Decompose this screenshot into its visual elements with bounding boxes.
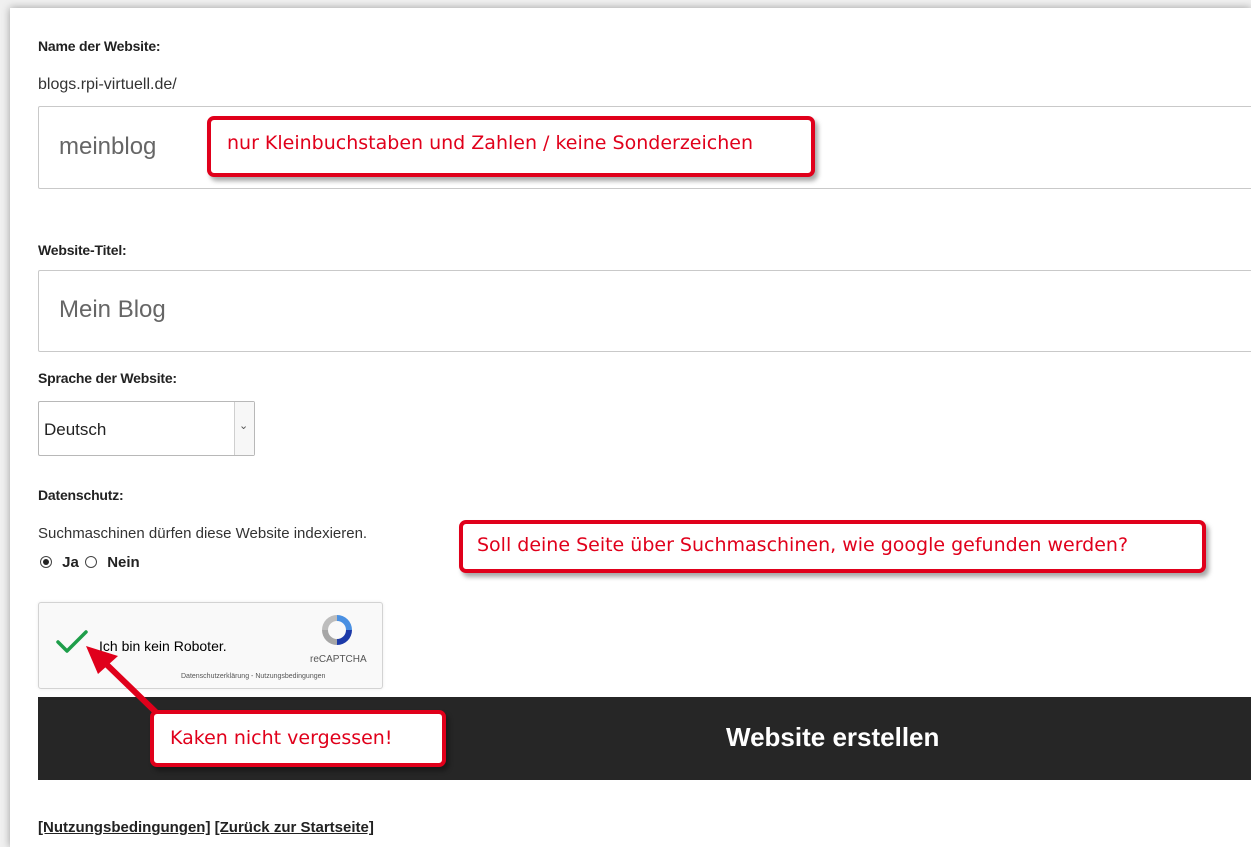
- privacy-label: Datenschutz:: [38, 487, 124, 503]
- chevron-down-icon: ⌄: [239, 420, 249, 432]
- privacy-text: Suchmaschinen dürfen diese Website index…: [38, 525, 368, 542]
- site-name-label: Name der Website:: [38, 38, 161, 54]
- home-link[interactable]: [Zurück zur Startseite]: [215, 819, 374, 836]
- recaptcha-logo-icon: [322, 615, 352, 645]
- language-select-value: Deutsch: [44, 420, 107, 439]
- footer-links: [Nutzungsbedingungen] [Zurück zur Starts…: [38, 819, 374, 836]
- language-label: Sprache der Website:: [38, 370, 177, 386]
- create-website-button-label: Website erstellen: [726, 722, 940, 752]
- privacy-annotation: Soll deine Seite über Suchmaschinen, wie…: [459, 520, 1206, 573]
- registration-form: Name der Website: blogs.rpi-virtuell.de/…: [10, 8, 1251, 847]
- captcha-annotation: Kaken nicht vergessen!: [150, 710, 446, 767]
- site-name-annotation: nur Kleinbuchstaben und Zahlen / keine S…: [207, 116, 815, 177]
- privacy-annotation-text: Soll deine Seite über Suchmaschinen, wie…: [477, 534, 1129, 556]
- language-select[interactable]: Deutsch ⌄: [38, 401, 255, 456]
- privacy-no-label[interactable]: Nein: [107, 554, 140, 571]
- privacy-no-radio[interactable]: [85, 556, 98, 568]
- site-title-value: Mein Blog: [59, 296, 166, 323]
- privacy-yes-radio[interactable]: [40, 556, 52, 568]
- terms-link[interactable]: [Nutzungsbedingungen]: [38, 819, 210, 836]
- domain-prefix: blogs.rpi-virtuell.de/: [38, 76, 177, 93]
- site-title-input[interactable]: Mein Blog: [38, 270, 1251, 352]
- recaptcha-links: Datenschutzerklärung - Nutzungsbedingung…: [181, 673, 325, 680]
- recaptcha-brand: reCAPTCHA: [310, 654, 367, 665]
- captcha-annotation-text: Kaken nicht vergessen!: [170, 727, 393, 749]
- privacy-yes-label[interactable]: Ja: [62, 554, 79, 571]
- site-name-annotation-text: nur Kleinbuchstaben und Zahlen / keine S…: [227, 132, 753, 154]
- site-name-value: meinblog: [59, 133, 157, 160]
- privacy-radio-group: Ja Nein: [40, 554, 140, 571]
- language-dropdown-toggle[interactable]: ⌄: [234, 402, 254, 455]
- recaptcha-terms-link[interactable]: Nutzungsbedingungen: [255, 673, 325, 680]
- site-title-label: Website-Titel:: [38, 242, 127, 258]
- recaptcha-privacy-link[interactable]: Datenschutzerklärung: [181, 673, 249, 680]
